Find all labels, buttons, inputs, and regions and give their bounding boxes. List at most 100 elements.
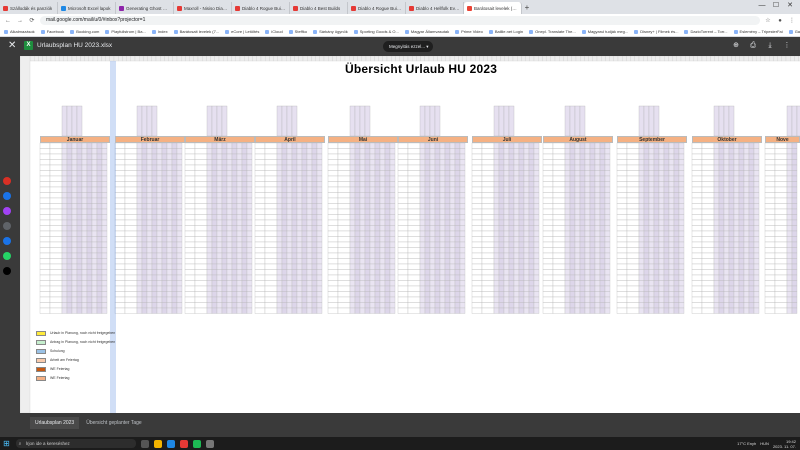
weekday-cell (626, 269, 640, 276)
maximize-button[interactable]: ☐ (770, 0, 782, 12)
whatsapp-icon[interactable] (3, 252, 11, 260)
day-number-cell (542, 230, 554, 237)
bookmark-item[interactable]: Baillie.net Login (488, 29, 523, 34)
plan-cell (638, 247, 645, 254)
download-icon[interactable]: ⤓ (765, 41, 775, 51)
minimize-button[interactable]: — (756, 0, 768, 12)
plan-cell (306, 258, 313, 265)
weekday-cell (552, 197, 566, 204)
close-icon[interactable]: ✕ (8, 40, 16, 51)
browser-tab[interactable]: Generating Ghost Rogue (116, 2, 174, 14)
browser-tab[interactable]: Diablo 4 Hellfolk Event (406, 2, 464, 14)
sheet-tab-uebersicht[interactable]: Übersicht geplanter Tage (81, 417, 147, 429)
app-icon[interactable] (205, 439, 214, 448)
rotated-header-cell (569, 105, 576, 137)
plan-cell (211, 170, 218, 177)
back-icon[interactable]: ← (4, 17, 12, 25)
browser-tab[interactable]: Diablo 4 Rogue Builds (232, 2, 290, 14)
plan-cell (176, 291, 183, 298)
language-indicator[interactable]: HUN (760, 441, 769, 446)
plan-cell (364, 175, 371, 182)
bookmark-item[interactable]: Booking.com (70, 29, 99, 34)
plan-cell (384, 280, 391, 287)
telegram-icon[interactable] (3, 237, 11, 245)
browser-tab[interactable]: Barátosait levelek (93 773) (464, 2, 522, 14)
weekday-cell (124, 142, 138, 149)
bookmark-item[interactable]: Alkalmazások (4, 29, 35, 34)
calendar-icon[interactable] (3, 177, 11, 185)
bookmark-item[interactable]: Facebook (40, 29, 64, 34)
weather-text[interactable]: 17°C Enyh (737, 441, 756, 446)
bookmark-item[interactable]: Barátosait levelek (7... (173, 29, 219, 34)
print-icon[interactable]: ⎙ (748, 41, 758, 51)
browser-tab[interactable]: Diablo 4 Best Builds (290, 2, 348, 14)
plan-cell (311, 291, 318, 298)
task-view-icon[interactable] (140, 439, 149, 448)
browser-tab[interactable]: Szállodák és panziók (0, 2, 58, 14)
more-icon[interactable]: ⋮ (782, 41, 792, 51)
address-bar[interactable]: mail.google.com/mail/u/0/#inbox?projecto… (40, 16, 760, 25)
menu-icon[interactable]: ⋮ (788, 17, 796, 25)
plan-cell (663, 148, 670, 155)
plan-cell (136, 241, 143, 248)
windows-start-icon[interactable]: ⊞ (3, 439, 10, 448)
taskbar-search[interactable]: ⌕ Írjon ide a kereséshez (15, 439, 136, 448)
browser-tab[interactable]: Diablo 4 Rogue Builds - Dia (348, 2, 406, 14)
close-window-button[interactable]: ✕ (784, 0, 796, 12)
messenger-icon[interactable] (3, 207, 11, 215)
plan-cell (424, 258, 431, 265)
bookmark-item[interactable]: Sporting Goods & O... (353, 29, 399, 34)
plan-cell (349, 236, 356, 243)
bookmark-item[interactable]: Magyar Államvasutak (404, 29, 449, 34)
bookmark-item[interactable]: eCore | Letöltés (225, 29, 259, 34)
bookmark-item[interactable]: DazioTorrent – Torr... (684, 29, 728, 34)
bookmark-item[interactable]: Gazdik TV - (HU) (788, 29, 800, 34)
bookmark-item[interactable]: Magyarul tudják meg... (581, 29, 628, 34)
plan-cell (449, 203, 456, 210)
file-explorer-icon[interactable] (153, 439, 162, 448)
app-icon[interactable] (3, 222, 11, 230)
spreadsheet-preview[interactable]: Übersicht Urlaub HU 2023 Januar Februar Mä… (20, 56, 800, 413)
bookmark-item[interactable]: Index (151, 29, 168, 34)
clock[interactable]: 19:42 2023. 11. 07. (773, 439, 796, 449)
plan-cell (306, 296, 313, 303)
plan-cell (564, 263, 571, 270)
bookmark-item[interactable]: Disney+ | Filmek és... (634, 29, 678, 34)
plan-cell (444, 219, 451, 226)
new-tab-button[interactable]: + (522, 2, 532, 14)
spotify-icon[interactable] (192, 439, 201, 448)
plan-cell (723, 181, 730, 188)
add-to-drive-icon[interactable]: ⊕ (731, 41, 741, 51)
plan-cell (286, 219, 293, 226)
bookmark-item[interactable]: Steffko (288, 29, 307, 34)
x-icon[interactable] (3, 267, 11, 275)
open-with-button[interactable]: Megnyitás ezzel... ▾ (383, 41, 433, 52)
sheet-tab-urlaubsplan[interactable]: Urlaubsplan 2023 (30, 417, 80, 429)
browser-tab[interactable]: Microsoft Excel lapok (58, 2, 116, 14)
plan-cell (743, 230, 750, 237)
profile-icon[interactable]: ● (776, 17, 784, 25)
reload-icon[interactable]: ⟳ (28, 17, 36, 25)
chrome-icon[interactable] (179, 439, 188, 448)
plan-cell (419, 203, 426, 210)
bookmark-item[interactable]: Sárkány ügynök (313, 29, 348, 34)
messenger-icon[interactable] (3, 192, 11, 200)
bookmark-item[interactable]: Eslemény – TripesterFai (733, 29, 783, 34)
weekday-cell (701, 269, 715, 276)
weekday-cell (124, 203, 138, 210)
plan-cell (291, 291, 298, 298)
bookmark-item[interactable]: Onepl. Translate The... (529, 29, 576, 34)
bookmark-item[interactable]: iCloud (265, 29, 283, 34)
bookmark-item[interactable]: Prime Video (455, 29, 483, 34)
browser-tab[interactable]: Maxroll - Nisiso Diablo 4 (174, 2, 232, 14)
forward-icon[interactable]: → (16, 17, 24, 25)
edge-icon[interactable] (166, 439, 175, 448)
plan-cell (678, 225, 685, 232)
star-icon[interactable]: ☆ (764, 17, 772, 25)
plan-cell (503, 153, 510, 160)
plan-cell (599, 230, 606, 237)
plan-cell (638, 307, 645, 314)
day-number-cell (616, 274, 628, 281)
plan-cell (738, 159, 745, 166)
bookmark-item[interactable]: Playfullstrom | Ba... (105, 29, 146, 34)
